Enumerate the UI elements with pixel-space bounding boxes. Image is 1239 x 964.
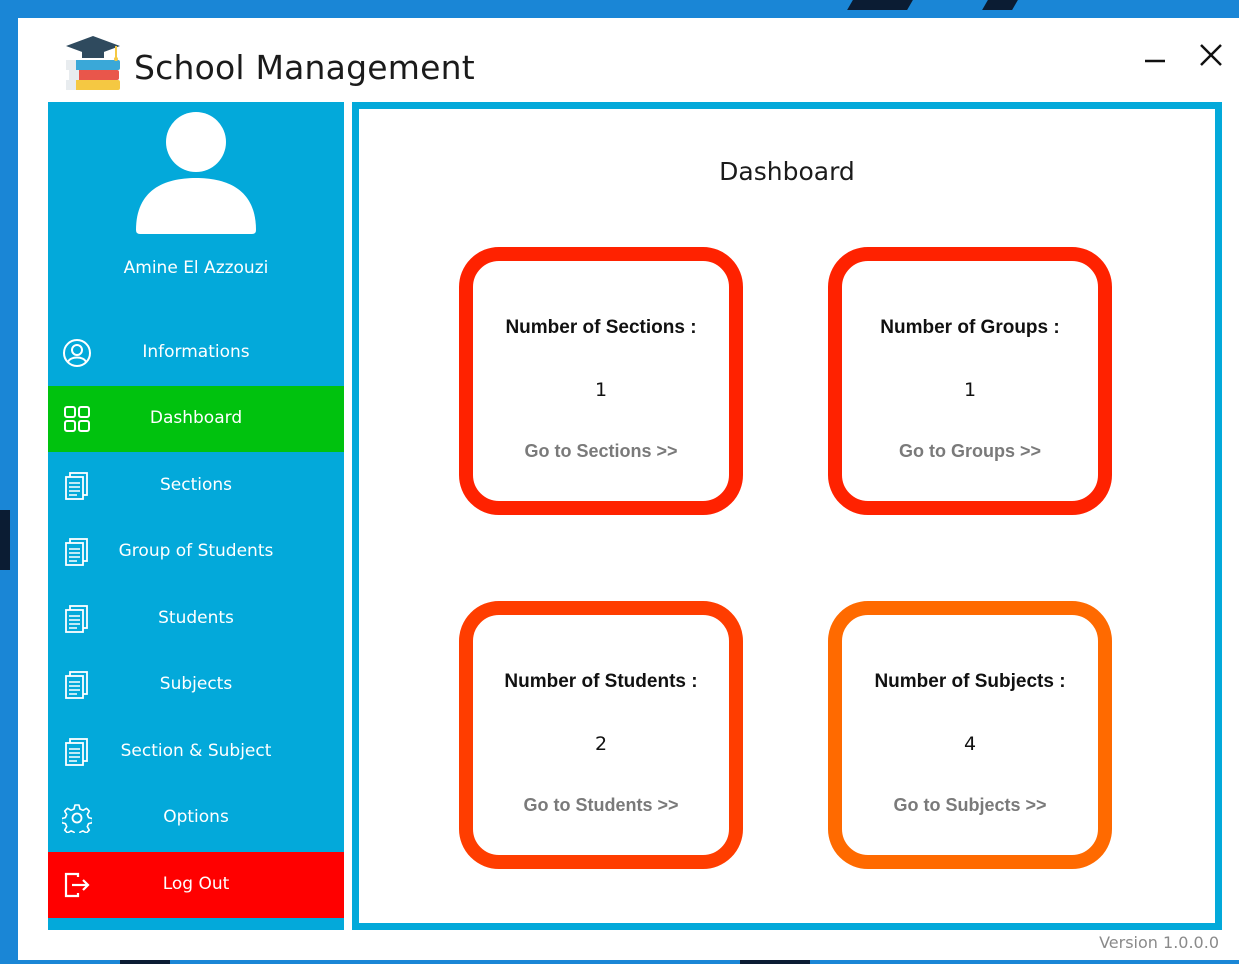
- sections-count-card: Number of Sections : 1 Go to Sections >>: [459, 247, 743, 515]
- sidebar-item-label: Informations: [142, 342, 250, 362]
- card-label: Number of Sections :: [505, 317, 697, 338]
- minimize-icon: [1145, 59, 1165, 63]
- minimize-button[interactable]: [1138, 38, 1172, 72]
- page-title: Dashboard: [719, 157, 855, 186]
- sidebar-item-label: Students: [158, 608, 234, 628]
- close-icon: [1200, 44, 1222, 66]
- sidebar-item-label: Subjects: [159, 674, 233, 694]
- card-value: 1: [963, 379, 977, 401]
- go-to-sections-link[interactable]: Go to Sections >>: [473, 441, 729, 462]
- close-button[interactable]: [1194, 38, 1228, 72]
- go-to-subjects-link[interactable]: Go to Subjects >>: [842, 795, 1098, 816]
- sidebar-item-students[interactable]: Students: [48, 586, 344, 652]
- sidebar-item-label: Log Out: [162, 874, 230, 894]
- app-title: School Management: [134, 48, 475, 87]
- user-name: Amine El Azzouzi: [123, 258, 269, 278]
- sidebar-item-dashboard[interactable]: Dashboard: [48, 386, 344, 452]
- title-bar: School Management: [18, 18, 1239, 100]
- subjects-count-card: Number of Subjects : 4 Go to Subjects >>: [828, 601, 1112, 869]
- sidebar-item-informations[interactable]: Informations: [48, 320, 344, 386]
- students-count-card: Number of Students : 2 Go to Students >>: [459, 601, 743, 869]
- school-books-logo-icon: [66, 36, 120, 90]
- go-to-students-link[interactable]: Go to Students >>: [473, 795, 729, 816]
- version-label: Version 1.0.0.0: [1099, 933, 1219, 952]
- sidebar-item-label: Options: [163, 807, 229, 827]
- sidebar-item-section-subject[interactable]: Section & Subject: [48, 719, 344, 785]
- sidebar-item-sections[interactable]: Sections: [48, 453, 344, 519]
- card-label: Number of Students :: [504, 671, 698, 692]
- groups-count-card: Number of Groups : 1 Go to Groups >>: [828, 247, 1112, 515]
- sidebar-item-group-of-students[interactable]: Group of Students: [48, 519, 344, 585]
- card-value: 1: [594, 379, 608, 401]
- desktop-background-streak: [847, 0, 913, 10]
- sidebar-item-label: Sections: [159, 475, 233, 495]
- desktop-background-streak: [0, 510, 10, 570]
- sidebar-item-subjects[interactable]: Subjects: [48, 652, 344, 718]
- desktop-background-streak: [982, 0, 1018, 10]
- card-label: Number of Subjects :: [874, 671, 1066, 692]
- sidebar-item-options[interactable]: Options: [48, 785, 344, 851]
- card-value: 2: [594, 733, 608, 755]
- sidebar-item-label: Dashboard: [149, 408, 243, 428]
- dashboard-panel: Dashboard Number of Sections : 1 Go to S…: [352, 102, 1222, 930]
- card-label: Number of Groups :: [880, 317, 1060, 338]
- sidebar: Amine El Azzouzi Informations Dashboard: [48, 102, 344, 930]
- go-to-groups-link[interactable]: Go to Groups >>: [842, 441, 1098, 462]
- card-value: 4: [963, 733, 977, 755]
- sidebar-item-label: Group of Students: [118, 541, 274, 561]
- sidebar-item-label: Section & Subject: [120, 741, 272, 761]
- user-avatar-icon: [136, 112, 256, 234]
- app-window: School Management Amine El Azzouzi Infor…: [18, 18, 1239, 960]
- sidebar-item-logout[interactable]: Log Out: [48, 852, 344, 918]
